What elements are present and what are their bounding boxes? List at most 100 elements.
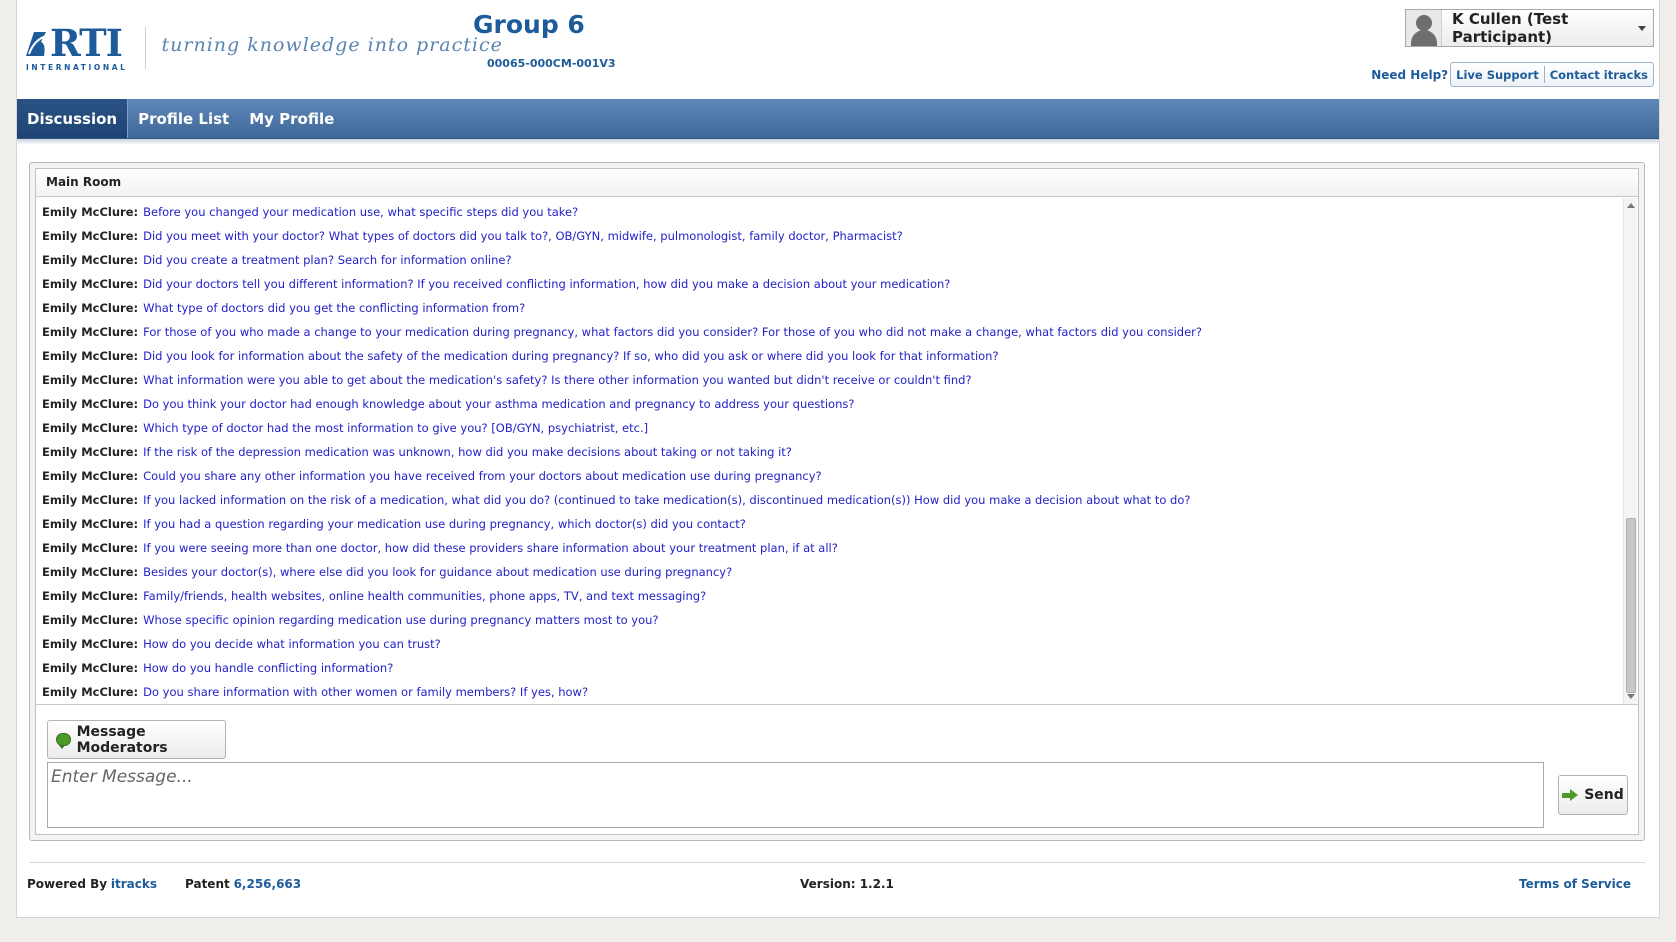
message-text: Did you look for information about the s… xyxy=(143,349,999,363)
tab-discussion[interactable]: Discussion xyxy=(17,99,129,138)
chat-panel: Main Room Emily McClure: Before you chang… xyxy=(29,162,1645,841)
chat-message: Emily McClure: Did you look for informati… xyxy=(42,344,1616,368)
chat-room: Main Room Emily McClure: Before you chang… xyxy=(35,168,1639,835)
rti-swoosh-icon xyxy=(26,32,47,56)
message-text: Besides your doctor(s), where else did y… xyxy=(143,565,733,579)
chat-message: Emily McClure: If the risk of the depress… xyxy=(42,440,1616,464)
message-author: Emily McClure: xyxy=(42,253,139,267)
message-text: Did your doctors tell you different info… xyxy=(143,277,951,291)
message-author: Emily McClure: xyxy=(42,205,139,219)
chat-message: Emily McClure: Do you think your doctor h… xyxy=(42,392,1616,416)
message-author: Emily McClure: xyxy=(42,301,139,315)
message-log[interactable]: Emily McClure: Before you changed your me… xyxy=(36,198,1638,705)
avatar-head xyxy=(1416,15,1432,31)
patent-link[interactable]: 6,256,663 xyxy=(234,877,302,891)
contact-itracks-link[interactable]: Contact itracks xyxy=(1545,68,1653,82)
avatar xyxy=(1406,10,1442,46)
message-author: Emily McClure: xyxy=(42,421,139,435)
message-author: Emily McClure: xyxy=(42,541,139,555)
message-moderators-button[interactable]: Message Moderators xyxy=(47,720,226,759)
powered-by: Powered By itracks xyxy=(27,877,157,891)
message-text: What type of doctors did you get the con… xyxy=(143,301,526,315)
chat-message: Emily McClure: Did you create a treatment… xyxy=(42,248,1616,272)
message-author: Emily McClure: xyxy=(42,277,139,291)
chevron-down-icon xyxy=(1638,25,1646,31)
chat-message: Emily McClure: Before you changed your me… xyxy=(42,200,1616,224)
group-title: Group 6 xyxy=(473,10,585,39)
patent-label: Patent xyxy=(185,877,230,891)
chat-message: Emily McClure: Did you meet with your doc… xyxy=(42,224,1616,248)
chat-message: Emily McClure: Do you share information w… xyxy=(42,680,1616,704)
help-area: Need Help? Live Support Contact itracks xyxy=(1371,62,1654,87)
avatar-body xyxy=(1411,30,1437,46)
message-text: Do you share information with other wome… xyxy=(143,685,589,699)
message-list: Emily McClure: Before you changed your me… xyxy=(42,200,1616,704)
chat-message: Emily McClure: If you were seeing more th… xyxy=(42,536,1616,560)
header: RTI INTERNATIONAL turning knowledge into… xyxy=(17,0,1659,99)
chat-message: Emily McClure: For those of you who made … xyxy=(42,320,1616,344)
message-text: Family/friends, health websites, online … xyxy=(143,589,707,603)
need-help-label: Need Help? xyxy=(1371,67,1449,82)
message-text: How do you decide what information you c… xyxy=(143,637,441,651)
main-nav: Discussion Profile List My Profile xyxy=(17,99,1659,139)
room-title: Main Room xyxy=(36,169,1638,197)
rti-logo[interactable]: RTI INTERNATIONAL turning knowledge into… xyxy=(24,24,503,72)
send-label: Send xyxy=(1584,787,1624,803)
logo-subtext: INTERNATIONAL xyxy=(26,63,128,72)
live-support-link[interactable]: Live Support xyxy=(1451,68,1544,82)
message-text: If you lacked information on the risk of… xyxy=(143,493,1191,507)
itracks-link[interactable]: itracks xyxy=(111,877,157,891)
message-text: If you had a question regarding your med… xyxy=(143,517,746,531)
message-author: Emily McClure: xyxy=(42,589,139,603)
scroll-down-icon[interactable] xyxy=(1627,694,1635,699)
chat-message: Emily McClure: What information were you … xyxy=(42,368,1616,392)
message-author: Emily McClure: xyxy=(42,517,139,531)
message-text: Whose specific opinion regarding medicat… xyxy=(143,613,659,627)
tab-profile-list[interactable]: Profile List xyxy=(128,99,239,138)
logo-text: RTI xyxy=(50,21,123,65)
group-code: 00065-000CM-001V3 xyxy=(487,57,616,70)
message-author: Emily McClure: xyxy=(42,493,139,507)
message-author: Emily McClure: xyxy=(42,565,139,579)
chat-message: Emily McClure: Whose specific opinion reg… xyxy=(42,608,1616,632)
tab-my-profile[interactable]: My Profile xyxy=(239,99,344,138)
chat-message: Emily McClure: If you lacked information … xyxy=(42,488,1616,512)
footer-divider xyxy=(29,862,1645,863)
message-text: For those of you who made a change to yo… xyxy=(143,325,1202,339)
message-author: Emily McClure: xyxy=(42,685,139,699)
scroll-up-icon[interactable] xyxy=(1627,203,1635,208)
terms-of-service-link[interactable]: Terms of Service xyxy=(1519,877,1631,891)
chat-message: Emily McClure: How do you decide what inf… xyxy=(42,632,1616,656)
chat-message: Emily McClure: Could you share any other … xyxy=(42,464,1616,488)
message-author: Emily McClure: xyxy=(42,229,139,243)
send-button[interactable]: Send xyxy=(1558,775,1628,815)
message-text: Before you changed your medication use, … xyxy=(143,205,579,219)
message-author: Emily McClure: xyxy=(42,325,139,339)
version-label: Version: 1.2.1 xyxy=(800,877,894,891)
nav-shadow xyxy=(17,139,1659,145)
message-text: If you were seeing more than one doctor,… xyxy=(143,541,838,555)
message-author: Emily McClure: xyxy=(42,445,139,459)
message-text: Which type of doctor had the most inform… xyxy=(143,421,649,435)
message-text: Do you think your doctor had enough know… xyxy=(143,397,855,411)
chat-message: Emily McClure: How do you handle conflict… xyxy=(42,656,1616,680)
chat-message: Emily McClure: Did your doctors tell you … xyxy=(42,272,1616,296)
chat-message: Emily McClure: Family/friends, health web… xyxy=(42,584,1616,608)
message-text: Could you share any other information yo… xyxy=(143,469,822,483)
patent: Patent 6,256,663 xyxy=(185,877,301,891)
user-menu-dropdown[interactable]: K Cullen (Test Participant) xyxy=(1405,9,1654,47)
message-author: Emily McClure: xyxy=(42,637,139,651)
message-author: Emily McClure: xyxy=(42,661,139,675)
message-author: Emily McClure: xyxy=(42,613,139,627)
page: RTI INTERNATIONAL turning knowledge into… xyxy=(16,0,1660,918)
powered-by-label: Powered By xyxy=(27,877,108,891)
message-input[interactable] xyxy=(47,762,1544,828)
message-text: What information were you able to get ab… xyxy=(143,373,972,387)
message-author: Emily McClure: xyxy=(42,349,139,363)
footer: Powered By itracks Patent 6,256,663 Vers… xyxy=(27,877,1643,893)
message-author: Emily McClure: xyxy=(42,397,139,411)
message-scrollbar[interactable] xyxy=(1623,198,1637,704)
message-text: Did you meet with your doctor? What type… xyxy=(143,229,903,243)
chat-message: Emily McClure: If you had a question rega… xyxy=(42,512,1616,536)
scroll-thumb[interactable] xyxy=(1626,518,1636,693)
